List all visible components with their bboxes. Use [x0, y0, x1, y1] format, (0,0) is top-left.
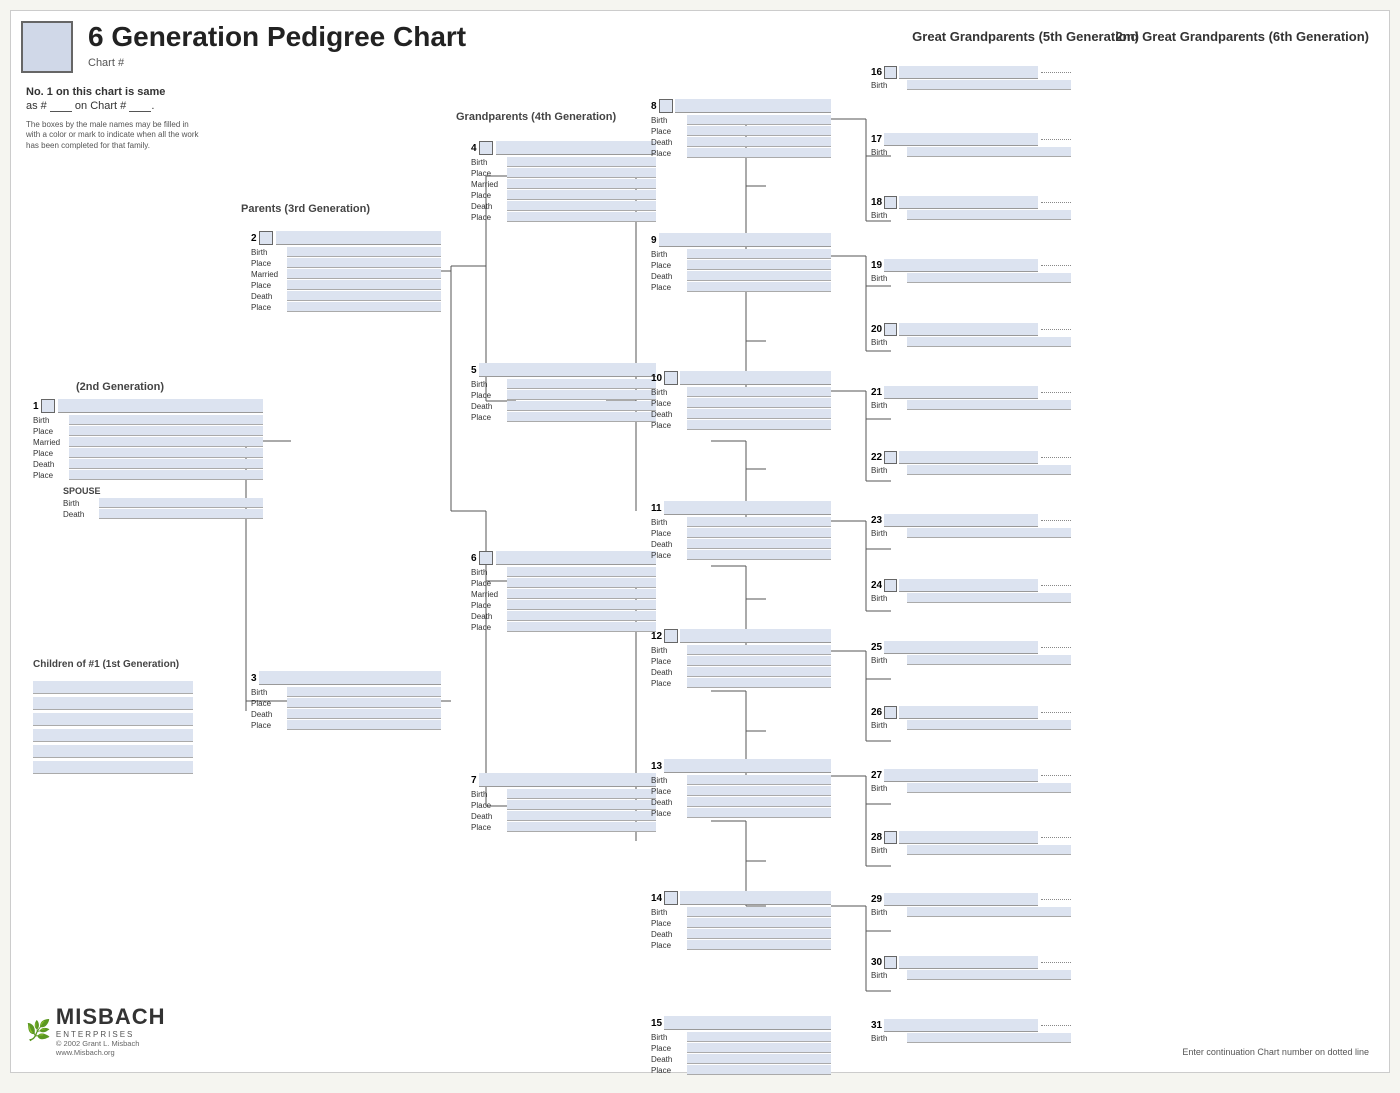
person-4-box	[479, 141, 493, 155]
person-17: 17 Birth	[871, 133, 1071, 158]
person-28: 28 Birth	[871, 831, 1071, 856]
gen4-label: Grandparents (4th Generation)	[456, 111, 616, 123]
person-15: 15 Birth Place Death Place	[651, 1016, 831, 1076]
info-line1: No. 1 on this chart is same	[26, 86, 201, 98]
person-4-name[interactable]	[496, 141, 656, 155]
person-31: 31 Birth	[871, 1019, 1071, 1044]
person-5-name[interactable]	[479, 363, 656, 377]
person-18: 18 Birth	[871, 196, 1071, 221]
person-11: 11 Birth Place Death Place	[651, 501, 831, 561]
person-6: 6 Birth Place Married Place Death Place	[471, 551, 656, 633]
person-2-name[interactable]	[276, 231, 441, 245]
info-line2: as # on Chart # .	[26, 100, 201, 112]
person-20: 20 Birth	[871, 323, 1071, 348]
person-8-box	[659, 99, 673, 113]
person-12: 12 Birth Place Death Place	[651, 629, 831, 689]
person-9: 9 Birth Place Death Place	[651, 233, 831, 293]
info-note: The boxes by the male names may be fille…	[26, 120, 201, 151]
person-6-name[interactable]	[496, 551, 656, 565]
info-block: No. 1 on this chart is same as # on Char…	[26, 86, 201, 151]
children-label: Children of #1 (1st Generation)	[33, 659, 179, 670]
person-4: 4 Birth Place Married Place Death Place	[471, 141, 656, 223]
person-5: 5 Birth Place Death Place	[471, 363, 656, 423]
person-24: 24 Birth	[871, 579, 1071, 604]
person-10-box	[664, 371, 678, 385]
person-30: 30 Birth	[871, 956, 1071, 981]
person-13: 13 Birth Place Death Place	[651, 759, 831, 819]
person-2-box	[259, 231, 273, 245]
chart-box	[21, 21, 73, 73]
person-21: 21 Birth	[871, 386, 1071, 411]
person-1-box	[41, 399, 55, 413]
person-12-box	[664, 629, 678, 643]
gen2-label: (2nd Generation)	[76, 381, 164, 393]
person-14-box	[664, 891, 678, 905]
gen3-label: Parents (3rd Generation)	[241, 203, 370, 215]
person-7-name[interactable]	[479, 773, 656, 787]
person-23: 23 Birth	[871, 514, 1071, 539]
person-1-name[interactable]	[58, 399, 263, 413]
person-3: 3 Birth Place Death Place	[251, 671, 441, 731]
person-14: 14 Birth Place Death Place	[651, 891, 831, 951]
chart-number-label: Chart #	[88, 57, 486, 69]
person-3-name[interactable]	[259, 671, 441, 685]
person-8: 8 Birth Place Death Place	[651, 99, 831, 159]
person-27: 27 Birth	[871, 769, 1071, 794]
person-7: 7 Birth Place Death Place	[471, 773, 656, 833]
person-29: 29 Birth	[871, 893, 1071, 918]
gen5-label: Great Grandparents (5th Generation)	[912, 29, 1139, 44]
page-title: 6 Generation Pedigree Chart	[88, 21, 466, 53]
gen6-label: 2nd Great Grandparents (6th Generation)	[1115, 29, 1369, 44]
person-26: 26 Birth	[871, 706, 1071, 731]
children-list	[33, 681, 193, 774]
footer-logo: 🌿 MISBACH ENTERPRISES © 2002 Grant L. Mi…	[26, 1004, 166, 1057]
person-10: 10 Birth Place Death Place	[651, 371, 831, 431]
footer-note: Enter continuation Chart number on dotte…	[1182, 1047, 1369, 1057]
person-2: 2 Birth Place Married Place Death Place	[251, 231, 441, 313]
person-6-box	[479, 551, 493, 565]
person-25: 25 Birth	[871, 641, 1071, 666]
person-16: 16 Birth	[871, 66, 1071, 91]
person-19: 19 Birth	[871, 259, 1071, 284]
person-22: 22 Birth	[871, 451, 1071, 476]
person-1: 1 Birth Place Married Place Death Place …	[33, 399, 263, 520]
